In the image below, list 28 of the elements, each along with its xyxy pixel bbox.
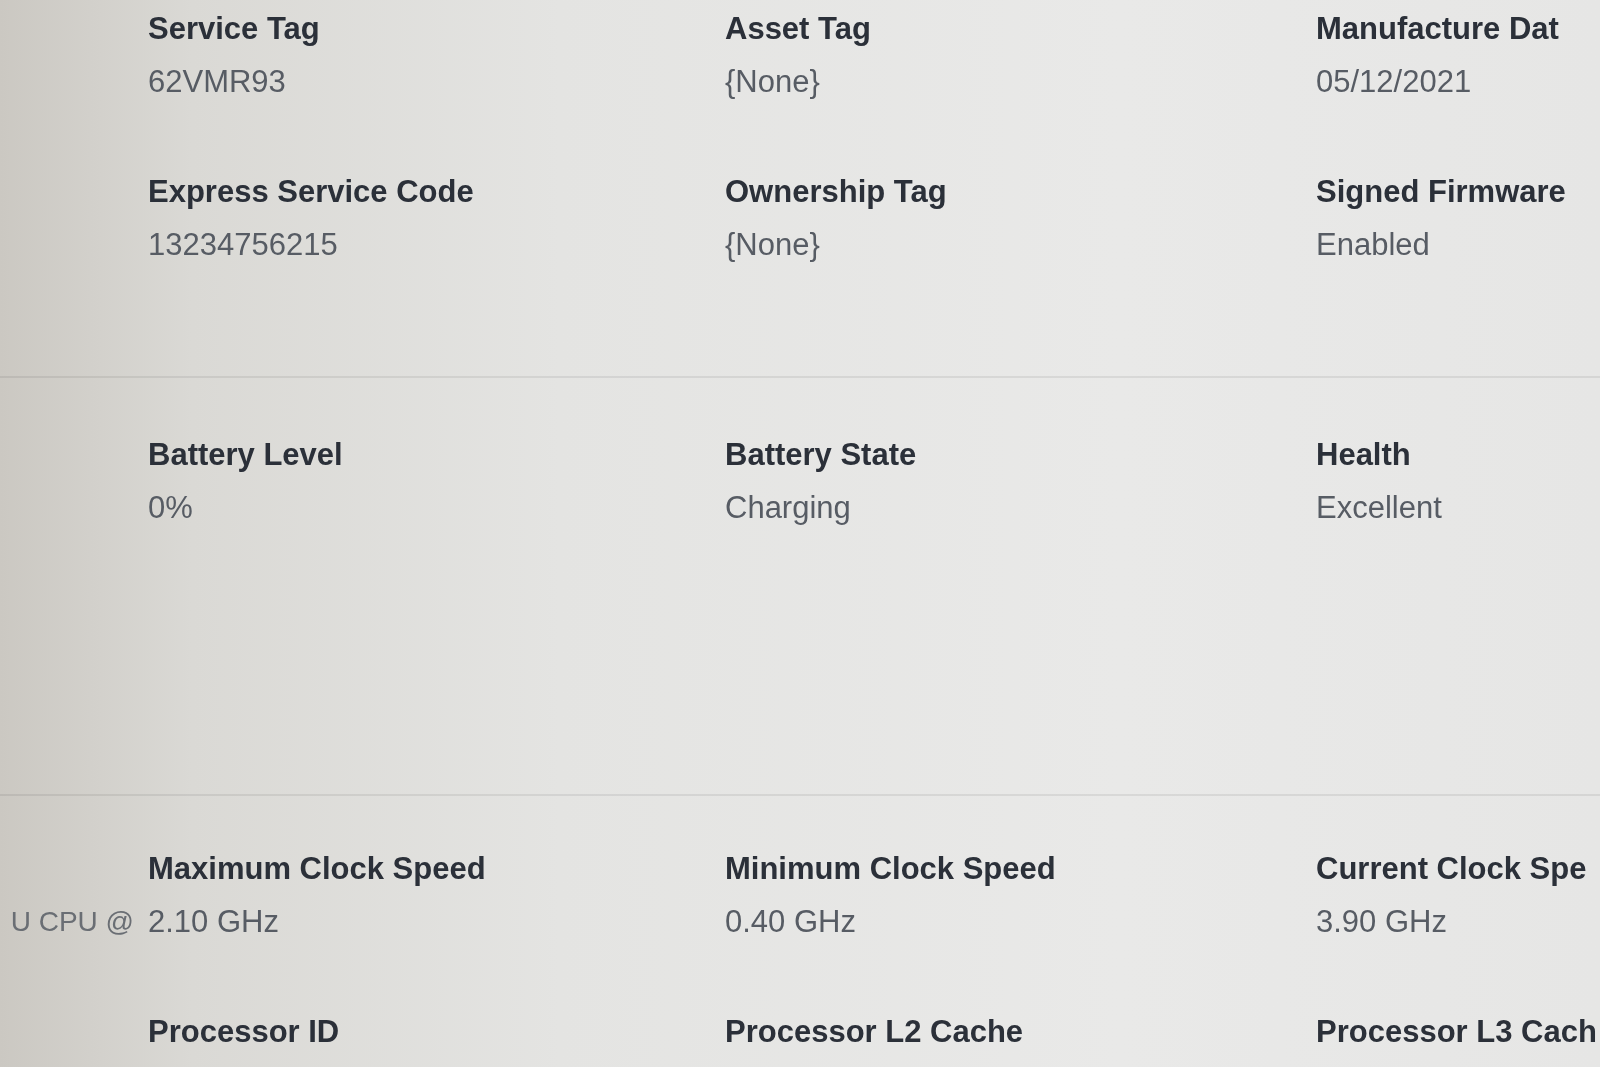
- field-label: Battery Level: [148, 436, 343, 474]
- field-value: Excellent: [1316, 489, 1442, 527]
- field-value: Charging: [725, 489, 851, 527]
- field-label: Health: [1316, 436, 1411, 474]
- field-label: Processor L3 Cach: [1316, 1013, 1597, 1051]
- field-value: 62VMR93: [148, 63, 286, 101]
- field-value: 2.10 GHz: [148, 903, 279, 941]
- field-label: Processor ID: [148, 1013, 340, 1051]
- field-label: Manufacture Dat: [1316, 10, 1559, 48]
- field-label: Signed Firmware: [1316, 173, 1566, 211]
- field-value: 0.40 GHz: [725, 903, 856, 941]
- field-label: Battery State: [725, 436, 917, 474]
- field-label: Maximum Clock Speed: [148, 850, 486, 888]
- field-label: Express Service Code: [148, 173, 474, 211]
- field-value: Enabled: [1316, 226, 1430, 264]
- field-value: 0%: [148, 489, 193, 527]
- field-label: Ownership Tag: [725, 173, 947, 211]
- field-label: Asset Tag: [725, 10, 871, 48]
- field-value: 13234756215: [148, 226, 338, 264]
- field-label: Service Tag: [148, 10, 320, 48]
- field-label: Current Clock Spe: [1316, 850, 1587, 888]
- field-value: U CPU @: [10, 905, 134, 939]
- field-label: Processor L2 Cache: [725, 1013, 1024, 1051]
- field-value: {None}: [725, 63, 820, 101]
- field-label: Minimum Clock Speed: [725, 850, 1056, 888]
- field-value: 3.90 GHz: [1316, 903, 1447, 941]
- field-value: {None}: [725, 226, 820, 264]
- field-value: 05/12/2021: [1316, 63, 1472, 101]
